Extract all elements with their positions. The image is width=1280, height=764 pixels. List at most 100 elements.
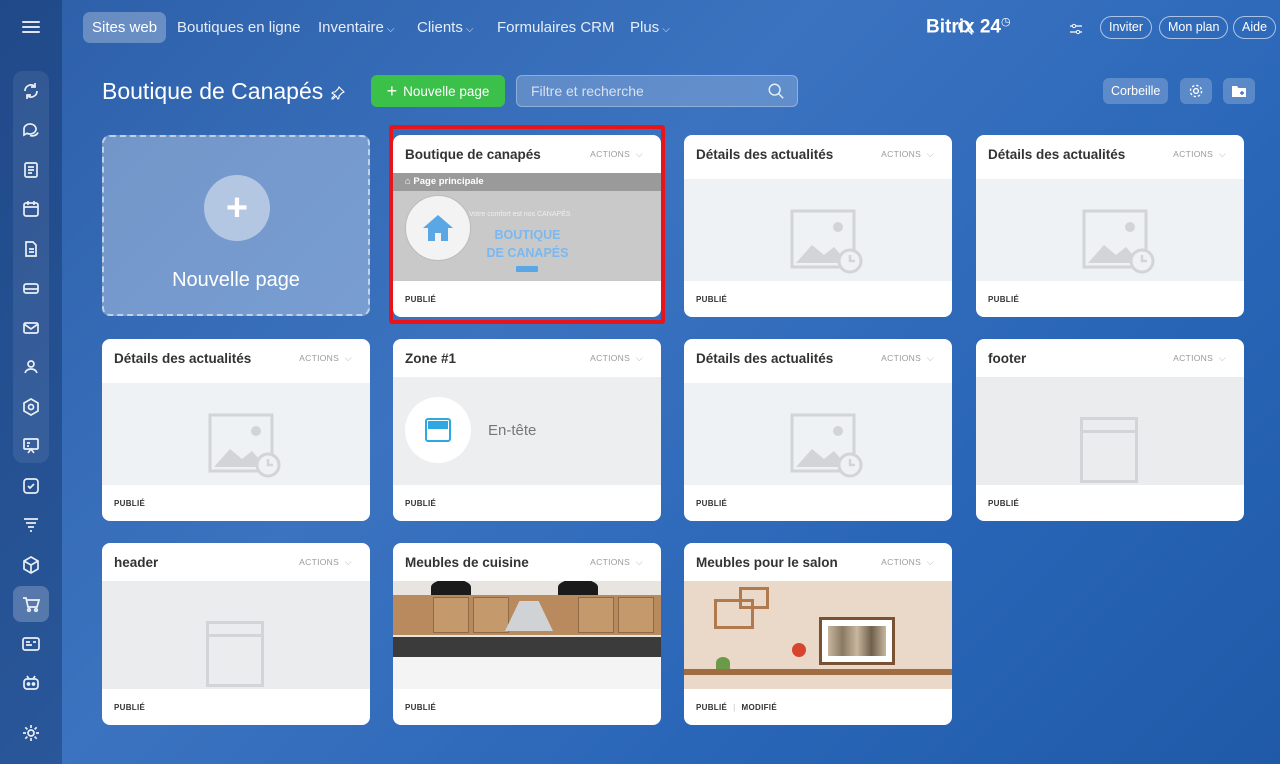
folder-button[interactable] bbox=[1223, 78, 1255, 104]
actions-label: ACTIONS bbox=[881, 353, 922, 363]
card-title: Détails des actualités bbox=[114, 351, 252, 366]
sidebar-item-mail[interactable] bbox=[13, 310, 49, 346]
users-icon bbox=[24, 360, 38, 374]
new-page-label: Nouvelle page bbox=[403, 83, 490, 99]
sidebar-item-drive[interactable] bbox=[13, 270, 49, 306]
layout-placeholder-icon bbox=[206, 621, 264, 687]
sidebar-item-calendar[interactable] bbox=[13, 191, 49, 227]
page-card[interactable]: Zone #1 ACTIONS ⌵ En-tête PUBLIÉ bbox=[393, 339, 661, 521]
actions-label: ACTIONS bbox=[881, 149, 922, 159]
cabinet-door bbox=[578, 597, 614, 633]
sidebar-item-shop[interactable] bbox=[13, 586, 49, 622]
image-placeholder-icon bbox=[208, 413, 281, 478]
wall-frame bbox=[819, 617, 895, 665]
status-badge: PUBLIÉ bbox=[405, 703, 437, 712]
nav-label: Plus bbox=[630, 19, 660, 36]
card-preview bbox=[684, 383, 952, 485]
nav-sites-web[interactable]: Sites web bbox=[83, 12, 167, 43]
sidebar-item-feed[interactable] bbox=[13, 73, 49, 109]
actions-dropdown[interactable]: ACTIONS ⌵ bbox=[1173, 353, 1226, 364]
chevron-down-icon: ⌵ bbox=[1216, 149, 1226, 159]
help-button[interactable]: Aide bbox=[1233, 16, 1277, 39]
pin-icon[interactable] bbox=[331, 86, 345, 100]
status-badge: PUBLIÉ bbox=[114, 499, 146, 508]
sidebar-item-cards[interactable] bbox=[13, 626, 49, 662]
plus-icon: + bbox=[386, 81, 398, 101]
actions-dropdown[interactable]: ACTIONS ⌵ bbox=[881, 149, 934, 160]
my-plan-button[interactable]: Mon plan bbox=[1159, 16, 1229, 39]
search-icon[interactable] bbox=[767, 82, 785, 100]
drive-icon bbox=[23, 283, 39, 294]
trash-button[interactable]: Corbeille bbox=[1103, 78, 1169, 104]
page-card[interactable]: Détails des actualités ACTIONS ⌵ PUBLIÉ bbox=[684, 135, 952, 317]
sidebar-item-contacts[interactable] bbox=[13, 349, 49, 385]
brand-text: Bitrix 24 bbox=[926, 16, 1001, 38]
page-card[interactable]: Meubles de cuisine ACTIONS ⌵ PUBLIÉ bbox=[393, 543, 661, 725]
zone-circle bbox=[405, 397, 471, 463]
card-title: header bbox=[114, 555, 159, 570]
actions-dropdown[interactable]: ACTIONS ⌵ bbox=[590, 353, 643, 364]
image-placeholder-icon bbox=[1082, 209, 1155, 274]
nav-formulaires[interactable]: Formulaires CRM bbox=[497, 12, 615, 43]
status-separator: | bbox=[733, 703, 736, 712]
nav-inventaire[interactable]: Inventaire ⌵ bbox=[318, 12, 394, 43]
refresh-icon bbox=[24, 83, 38, 99]
page-card[interactable]: Détails des actualités ACTIONS ⌵ PUBLIÉ bbox=[102, 339, 370, 521]
page-title: Boutique de Canapés bbox=[102, 78, 324, 104]
cabinet-door bbox=[433, 597, 469, 633]
nav-label: Clients bbox=[417, 19, 463, 36]
sidebar-item-settings[interactable] bbox=[13, 715, 49, 751]
robot-icon bbox=[23, 675, 39, 690]
sidebar-item-news[interactable] bbox=[13, 152, 49, 188]
menu-icon[interactable] bbox=[22, 18, 40, 36]
card-preview bbox=[684, 179, 952, 281]
new-page-button[interactable]: + Nouvelle page bbox=[371, 75, 505, 107]
card-title: footer bbox=[988, 351, 1027, 366]
actions-label: ACTIONS bbox=[590, 353, 631, 363]
actions-dropdown[interactable]: ACTIONS ⌵ bbox=[1173, 149, 1226, 160]
chevron-down-icon: ⌵ bbox=[924, 353, 934, 363]
page-card[interactable]: Meubles pour le salon ACTIONS ⌵ PUBLIÉ | M… bbox=[684, 543, 952, 725]
invite-button[interactable]: Inviter bbox=[1100, 16, 1153, 39]
sliders-icon[interactable] bbox=[1069, 23, 1083, 35]
zone-label: En-tête bbox=[488, 422, 537, 439]
plant bbox=[716, 657, 730, 669]
page-card[interactable]: header ACTIONS ⌵ PUBLIÉ bbox=[102, 543, 370, 725]
sidebar-item-inventory[interactable] bbox=[13, 547, 49, 583]
actions-dropdown[interactable]: ACTIONS ⌵ bbox=[881, 353, 934, 364]
nav-plus[interactable]: Plus ⌵ bbox=[630, 12, 670, 43]
sidebar-item-documents[interactable] bbox=[13, 231, 49, 267]
chevron-down-icon: ⌵ bbox=[633, 353, 643, 363]
sidebar-item-presentation[interactable] bbox=[13, 428, 49, 464]
chevron-down-icon: ⌵ bbox=[924, 149, 934, 159]
actions-dropdown[interactable]: ACTIONS ⌵ bbox=[299, 557, 352, 568]
folder-icon bbox=[1232, 86, 1246, 97]
nav-boutiques[interactable]: Boutiques en ligne bbox=[177, 12, 300, 43]
actions-dropdown[interactable]: ACTIONS ⌵ bbox=[299, 353, 352, 364]
brand-logo[interactable]: Bitrix 24◷ bbox=[926, 15, 1011, 38]
chevron-down-icon: ⌵ bbox=[342, 557, 352, 567]
sidebar-item-tasks[interactable] bbox=[13, 468, 49, 504]
settings-button[interactable] bbox=[1180, 78, 1212, 104]
nav-label: Inventaire bbox=[318, 19, 384, 36]
new-page-card[interactable]: + Nouvelle page bbox=[102, 135, 370, 316]
page-card[interactable]: footer ACTIONS ⌵ PUBLIÉ bbox=[976, 339, 1244, 521]
sidebar-item-funnel[interactable] bbox=[13, 507, 49, 543]
salon-photo bbox=[684, 581, 952, 689]
actions-dropdown[interactable]: ACTIONS ⌵ bbox=[590, 557, 643, 568]
cart-icon bbox=[23, 597, 41, 613]
nav-clients[interactable]: Clients ⌵ bbox=[417, 12, 473, 43]
chat-icon bbox=[23, 123, 39, 137]
actions-dropdown[interactable]: ACTIONS ⌵ bbox=[881, 557, 934, 568]
actions-label: ACTIONS bbox=[1173, 149, 1214, 159]
page-card[interactable]: Détails des actualités ACTIONS ⌵ PUBLIÉ bbox=[684, 339, 952, 521]
chevron-down-icon: ⌵ bbox=[386, 24, 395, 35]
nav-label: Formulaires CRM bbox=[497, 19, 615, 36]
page-card[interactable]: Détails des actualités ACTIONS ⌵ PUBLIÉ bbox=[976, 135, 1244, 317]
actions-label: ACTIONS bbox=[590, 557, 631, 567]
sidebar-item-chat[interactable] bbox=[13, 112, 49, 148]
sidebar-item-robot[interactable] bbox=[13, 665, 49, 701]
search-input[interactable]: Filtre et recherche bbox=[516, 75, 798, 107]
sidebar-item-hub[interactable] bbox=[13, 389, 49, 425]
selection-highlight bbox=[389, 125, 665, 324]
